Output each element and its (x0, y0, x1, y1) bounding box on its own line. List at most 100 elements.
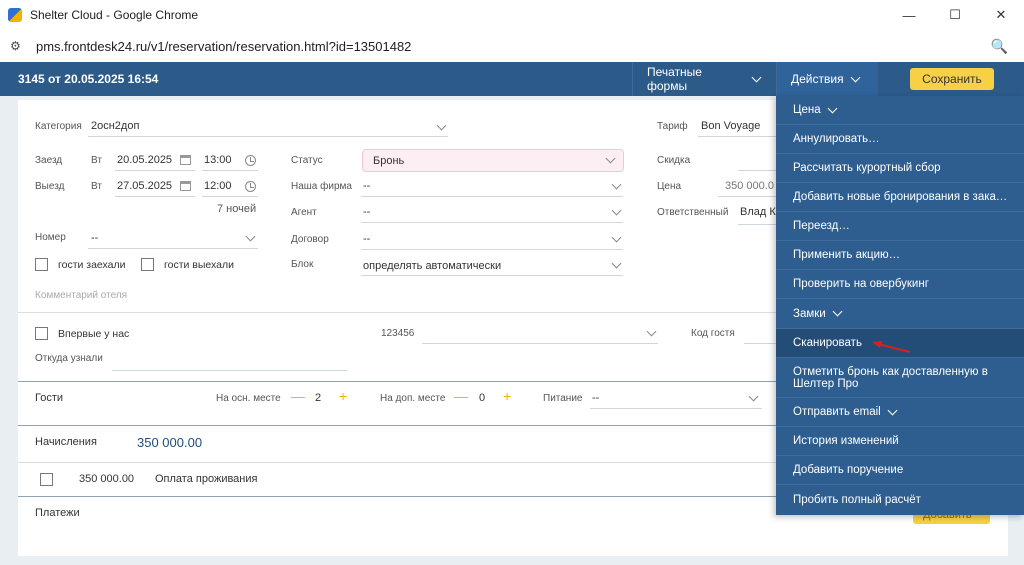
menu-item-add-task[interactable]: Добавить поручение (776, 456, 1024, 485)
menu-item-send-email[interactable]: Отправить email (776, 398, 1024, 427)
checkout-date[interactable]: 27.05.2025 (117, 180, 172, 192)
responsible-value[interactable]: Влад К (740, 206, 776, 218)
menu-item-mark-delivered[interactable]: Отметить бронь как доставленную в Шелтер… (776, 358, 1024, 398)
chevron-down-icon (832, 306, 843, 317)
charge-row-description: Оплата проживания (155, 473, 258, 485)
actions-button[interactable]: Действия (776, 62, 878, 96)
menu-item-add-bookings[interactable]: Добавить новые бронирования в заказ… (776, 183, 1024, 212)
print-forms-button[interactable]: Печатные формы (632, 62, 774, 96)
nights-count: 7 ночей (217, 203, 257, 215)
meal-select[interactable] (590, 408, 762, 409)
checkin-date-field[interactable] (115, 170, 195, 171)
menu-item-price[interactable]: Цена (776, 96, 1024, 125)
price-value[interactable]: 350 000.0 (725, 180, 774, 192)
maximize-icon[interactable]: ☐ (932, 0, 978, 30)
block-select[interactable] (361, 275, 623, 276)
extra-place-value[interactable]: 0 (479, 392, 485, 404)
menu-item-cancel[interactable]: Аннулировать… (776, 125, 1024, 154)
chevron-down-icon (611, 179, 622, 190)
save-button[interactable]: Сохранить (910, 68, 994, 90)
chevron-down-icon (245, 231, 256, 242)
category-value: 2осн2доп (91, 120, 140, 132)
url-text[interactable]: pms.frontdesk24.ru/v1/reservation/reserv… (36, 39, 411, 54)
meal-value: -- (592, 392, 600, 404)
menu-item-overbooking[interactable]: Проверить на овербукинг (776, 270, 1024, 299)
checkout-day: Вт (91, 181, 102, 192)
menu-item-full-receipt[interactable]: Пробить полный расчёт (776, 485, 1024, 515)
main-place-value[interactable]: 2 (315, 392, 321, 404)
contract-select[interactable] (361, 249, 623, 250)
contract-label: Договор (291, 234, 329, 245)
extra-plus-button[interactable]: + (503, 388, 511, 404)
menu-item-locks[interactable]: Замки (776, 299, 1024, 329)
site-settings-icon[interactable]: ⚙ (10, 39, 26, 53)
responsible-label: Ответственный (657, 207, 729, 218)
hotel-comment-field[interactable]: Комментарий отеля (35, 290, 127, 301)
checkout-time[interactable]: 12:00 (204, 180, 232, 192)
category-select[interactable] (88, 136, 448, 137)
tariff-label: Тариф (657, 121, 688, 132)
guests-arrived-checkbox[interactable] (35, 258, 48, 271)
block-value: определять автоматически (363, 260, 502, 272)
firm-label: Наша фирма (291, 181, 352, 192)
first-time-checkbox[interactable] (35, 327, 48, 340)
guest-code-select[interactable] (422, 343, 658, 344)
tariff-value[interactable]: Bon Voyage (701, 120, 760, 132)
menu-item-history[interactable]: История изменений (776, 427, 1024, 456)
chevron-down-icon (605, 153, 616, 164)
main-minus-button[interactable]: — (291, 388, 305, 404)
firm-select[interactable] (361, 196, 623, 197)
calendar-icon[interactable] (180, 181, 191, 191)
status-label: Статус (291, 155, 323, 166)
status-select[interactable]: Бронь (362, 149, 624, 172)
guests-left-checkbox[interactable] (141, 258, 154, 271)
discount-field[interactable] (738, 170, 778, 171)
room-label: Номер (35, 232, 66, 243)
chevron-down-icon (611, 258, 622, 269)
discount-label: Скидка (657, 155, 691, 166)
price-field[interactable] (718, 196, 778, 197)
clock-icon[interactable] (245, 155, 256, 166)
guests-arrived-label: гости заехали (58, 259, 126, 271)
contract-value: -- (363, 233, 371, 245)
tariff-select[interactable] (698, 136, 778, 137)
agent-select[interactable] (361, 222, 623, 223)
charges-label: Начисления (35, 436, 97, 448)
checkin-date[interactable]: 20.05.2025 (117, 154, 172, 166)
chevron-down-icon (436, 120, 447, 131)
menu-item-apply-promo[interactable]: Применить акцию… (776, 241, 1024, 270)
checkout-time-field[interactable] (202, 196, 258, 197)
print-forms-label: Печатные формы (647, 65, 702, 93)
address-bar: ⚙ pms.frontdesk24.ru/v1/reservation/rese… (0, 30, 1024, 62)
main-plus-button[interactable]: + (339, 388, 347, 404)
clock-icon[interactable] (245, 181, 256, 192)
guests-left-label: гости выехали (164, 259, 234, 271)
minimize-icon[interactable]: — (886, 0, 932, 30)
extra-minus-button[interactable]: — (454, 388, 468, 404)
guest-code-field[interactable] (744, 343, 778, 344)
room-value: -- (91, 232, 99, 244)
status-value: Бронь (373, 155, 405, 167)
window-controls: — ☐ ✕ (886, 0, 1024, 30)
source-field[interactable] (112, 370, 347, 371)
actions-menu: Цена Аннулировать… Рассчитать курортный … (776, 96, 1024, 515)
checkin-day: Вт (91, 155, 102, 166)
responsible-select[interactable] (738, 224, 778, 225)
menu-item-move[interactable]: Переезд… (776, 212, 1024, 241)
meal-label: Питание (543, 393, 583, 404)
chevron-down-icon (611, 232, 622, 243)
calendar-icon[interactable] (180, 155, 191, 165)
chevron-down-icon (611, 205, 622, 216)
room-select[interactable] (88, 248, 258, 249)
checkin-time-field[interactable] (202, 170, 258, 171)
guests-label: Гости (35, 392, 64, 404)
zoom-icon[interactable]: 🔍 (991, 38, 1008, 55)
close-icon[interactable]: ✕ (978, 0, 1024, 30)
charge-row-checkbox[interactable] (40, 473, 53, 486)
reservation-title: 3145 от 20.05.2025 16:54 (18, 72, 159, 86)
checkin-label: Заезд (35, 155, 63, 166)
chevron-down-icon (827, 103, 838, 113)
menu-item-resort-fee[interactable]: Рассчитать курортный сбор (776, 154, 1024, 183)
checkout-date-field[interactable] (115, 196, 195, 197)
checkin-time[interactable]: 13:00 (204, 154, 232, 166)
